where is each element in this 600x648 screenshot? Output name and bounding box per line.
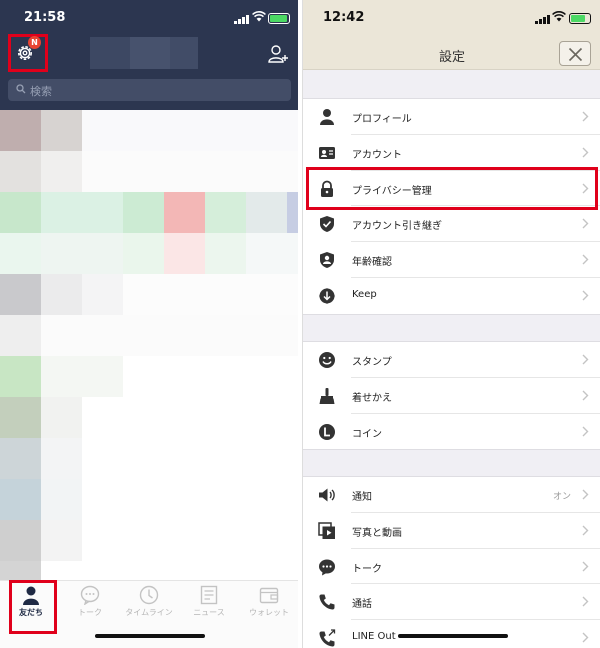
chevron-right-icon (582, 426, 589, 437)
home-indicator (398, 634, 508, 638)
search-icon (16, 84, 26, 94)
search-input[interactable]: 検索 (8, 79, 291, 101)
battery-icon (569, 13, 591, 24)
phone-out-icon (319, 629, 336, 647)
tab-label: タイムライン (125, 608, 173, 617)
settings-header: 12:42 設定 (303, 0, 600, 70)
friends-header: 21:58 N 検索 (0, 0, 298, 110)
chevron-right-icon (582, 596, 589, 607)
settings-item-label: スタンプ (352, 357, 392, 368)
tab-label: ウォレット (249, 608, 289, 617)
id-card-icon (319, 146, 335, 159)
keep-icon (319, 287, 335, 304)
settings-item-label: アカウント (352, 149, 402, 161)
settings-item-talk[interactable]: トーク (303, 549, 600, 585)
page-title: 設定 (438, 50, 465, 65)
friends-screen: 21:58 N 検索 友だち トーク タイムライン ニュース ウォレット (0, 0, 298, 648)
settings-item-label: 年齢確認 (352, 257, 392, 269)
chat-bubble-icon (80, 585, 100, 605)
settings-screen: 12:42 設定 プロフィール アカウント プライバシー管理 アカウント引き継ぎ… (302, 0, 600, 648)
chevron-right-icon (582, 147, 589, 158)
close-button[interactable] (559, 41, 591, 66)
home-indicator (95, 634, 205, 638)
settings-item-account[interactable]: アカウント (303, 135, 600, 171)
settings-item-label: 通話 (352, 599, 372, 611)
settings-item-account-transfer[interactable]: アカウント引き継ぎ (303, 206, 600, 243)
tab-news[interactable]: ニュース (180, 585, 238, 625)
photo-video-icon (318, 522, 335, 539)
blurred-friend-list (0, 110, 298, 580)
settings-item-label: プロフィール (352, 114, 412, 125)
settings-item-keep[interactable]: Keep (303, 278, 600, 314)
wallet-icon (259, 587, 279, 604)
tab-talk[interactable]: トーク (61, 585, 119, 625)
settings-item-label: アカウント引き継ぎ (352, 221, 442, 233)
settings-item-age-verification[interactable]: 年齢確認 (303, 242, 600, 278)
chevron-right-icon (582, 111, 589, 122)
status-time: 12:42 (323, 10, 365, 25)
settings-item-stickers[interactable]: スタンプ (303, 342, 600, 378)
settings-item-calls[interactable]: 通話 (303, 584, 600, 621)
settings-item-label: 通知 (352, 492, 372, 503)
notification-badge: N (28, 36, 41, 49)
chevron-right-icon (582, 489, 589, 500)
status-bar: 21:58 (0, 0, 298, 36)
status-bar: 12:42 (303, 0, 600, 36)
settings-item-label: コイン (352, 428, 382, 440)
signal-icon (535, 14, 550, 24)
chat-bubble-icon (319, 559, 335, 576)
chevron-right-icon (582, 254, 589, 265)
chevron-right-icon (582, 218, 589, 229)
wifi-icon (552, 11, 566, 22)
settings-item-label: LINE Out (352, 631, 396, 643)
highlight-frame (9, 580, 57, 634)
wifi-icon (252, 11, 266, 22)
signal-icon (234, 14, 249, 24)
clock-icon (139, 585, 159, 605)
battery-icon (268, 13, 290, 24)
tab-label: ニュース (193, 608, 225, 617)
settings-item-profile[interactable]: プロフィール (303, 99, 600, 135)
brush-icon (319, 387, 335, 404)
settings-item-label: 写真と動画 (352, 527, 402, 539)
add-friend-icon[interactable] (268, 44, 290, 64)
shield-check-icon (320, 216, 334, 233)
settings-item-notifications[interactable]: 通知 オン (303, 477, 600, 513)
close-icon (568, 47, 583, 62)
phone-icon (319, 594, 335, 610)
settings-item-coins[interactable]: コイン (303, 414, 600, 450)
blurred-title (90, 37, 198, 69)
status-time: 21:58 (24, 10, 66, 25)
tab-friends[interactable]: 友だち (2, 580, 60, 634)
settings-item-label: トーク (352, 563, 382, 575)
settings-section-general: 通知 オン 写真と動画 トーク 通話 LINE Out (303, 476, 600, 648)
coin-icon (319, 423, 335, 440)
chevron-right-icon (582, 525, 589, 536)
settings-item-value: オン (552, 492, 571, 502)
chevron-right-icon (582, 632, 589, 643)
badge-user-icon (320, 252, 334, 269)
search-placeholder: 検索 (30, 85, 52, 98)
news-icon (200, 585, 218, 605)
tab-timeline[interactable]: タイムライン (120, 585, 178, 625)
settings-section-stickers: スタンプ 着せかえ コイン (303, 341, 600, 451)
tab-wallet[interactable]: ウォレット (240, 585, 298, 625)
settings-item-themes[interactable]: 着せかえ (303, 378, 600, 414)
settings-item-photos-videos[interactable]: 写真と動画 (303, 513, 600, 549)
speaker-icon (319, 488, 335, 502)
settings-item-label: 着せかえ (352, 392, 392, 404)
chevron-right-icon (582, 354, 589, 365)
smiley-icon (319, 352, 335, 368)
highlight-frame (306, 167, 598, 210)
settings-item-label: Keep (352, 288, 377, 300)
settings-button[interactable]: N (8, 34, 48, 72)
chevron-right-icon (582, 290, 589, 301)
person-icon (320, 109, 334, 125)
chevron-right-icon (582, 561, 589, 572)
chevron-right-icon (582, 390, 589, 401)
tab-label: トーク (78, 608, 102, 617)
